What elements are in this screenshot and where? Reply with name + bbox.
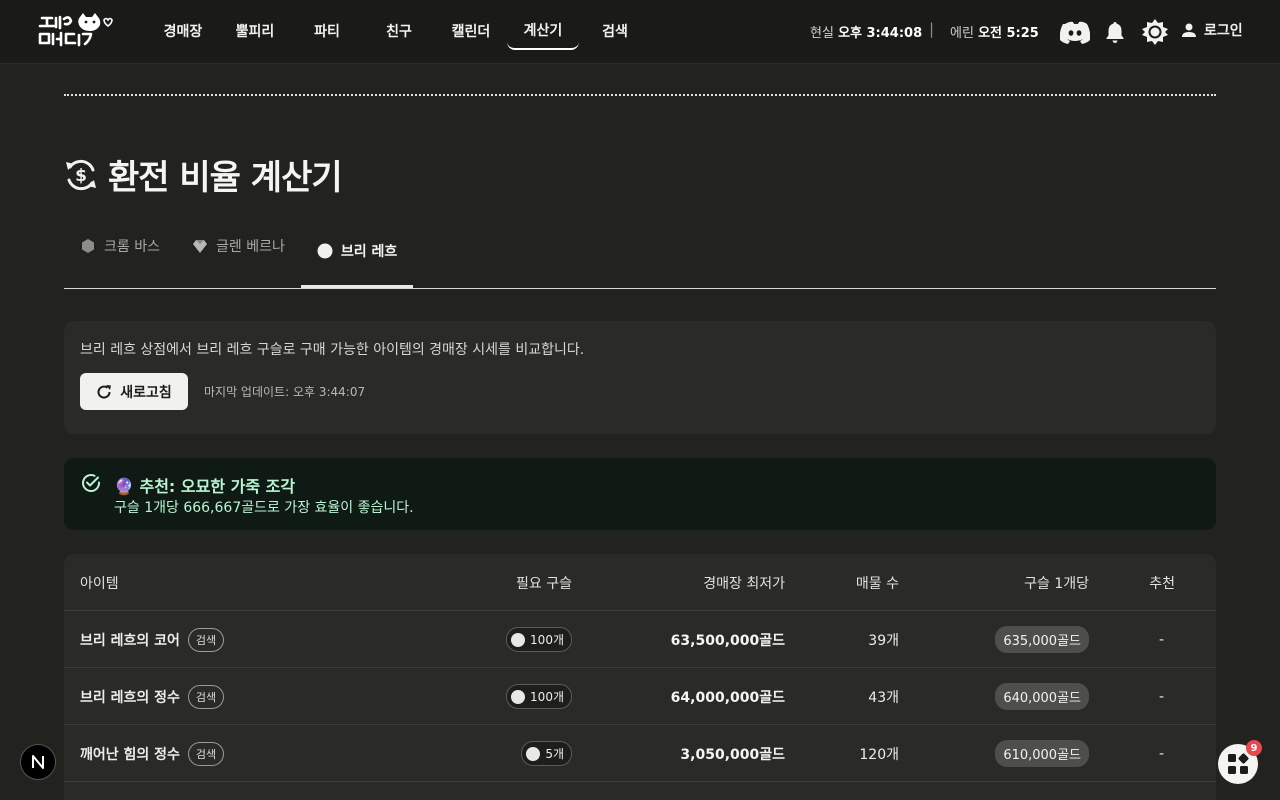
refresh-button[interactable]: 새로고침 [80, 373, 188, 410]
erinn-clock: 에린 오전 5:25 [950, 22, 1039, 41]
item-name: 브리 레흐의 정수 [80, 689, 180, 706]
nav-calculator[interactable]: 계산기 [507, 12, 579, 50]
page-title: 환전 비율 계산기 [108, 158, 343, 198]
price-table: 아이템 필요 구슬 경매장 최저가 매물 수 구슬 1개당 추천 브리 레흐의 … [64, 554, 1216, 800]
site-logo[interactable] [36, 12, 114, 52]
required-value: 100개 [530, 690, 564, 704]
recommendation-subtitle: 구슬 1개당 666,667골드로 가장 효율이 좋습니다. [114, 500, 414, 516]
nav-friends[interactable]: 친구 [363, 12, 435, 50]
required-cell: 100개 [506, 611, 572, 668]
table-row: 깨어난 힘의 정수 검색 5개 3,050,000골드 120개 610,000… [64, 725, 1216, 782]
nav-calendar[interactable]: 캘린더 [435, 12, 507, 50]
required-orbs: 100개 [506, 627, 572, 652]
erinn-clock-label: 에린 [950, 26, 974, 41]
item-cell: 브리 레흐의 정수 검색 [80, 668, 225, 725]
notification-count-badge: 9 [1246, 740, 1262, 756]
svg-text:$: $ [75, 166, 87, 186]
region-tabs: 크롬 바스 글렌 베르나 브리 레흐 [64, 228, 1216, 289]
real-clock-label: 현실 [810, 26, 834, 41]
page-heading: $ 환전 비율 계산기 [64, 150, 343, 199]
top-header: 경매장 뿔피리 파티 친구 캘린더 계산기 검색 현실 오후 3:44:08 |… [0, 0, 1280, 64]
main-nav: 경매장 뿔피리 파티 친구 캘린더 계산기 검색 [147, 12, 651, 50]
nav-auction[interactable]: 경매장 [147, 12, 219, 50]
col-required: 필요 구슬 [516, 576, 572, 592]
table-header: 아이템 필요 구슬 경매장 최저가 매물 수 구슬 1개당 추천 [64, 554, 1216, 611]
tab-label: 크롬 바스 [104, 239, 160, 255]
tab-label: 브리 레흐 [340, 243, 398, 260]
per-orb-cell: 635,000골드 [995, 611, 1089, 668]
tab-glen-berna[interactable]: 글렌 베르나 [176, 216, 301, 276]
user-icon [1182, 23, 1196, 37]
required-cell: 100개 [506, 668, 572, 725]
col-item: 아이템 [80, 576, 119, 592]
nav-party[interactable]: 파티 [291, 12, 363, 50]
recommendation-title: 🔮 추천: 오묘한 가죽 조각 [114, 477, 296, 496]
bell-icon[interactable] [1104, 20, 1126, 44]
required-orbs: 5개 [521, 741, 572, 766]
lowest-price: 63,500,000골드 [670, 632, 785, 649]
tab-crom-bas[interactable]: 크롬 바스 [64, 216, 176, 276]
divider [64, 94, 1216, 96]
gem-icon [192, 240, 207, 253]
per-orb-value: 635,000골드 [995, 626, 1089, 653]
col-lowest-price: 경매장 최저가 [703, 576, 785, 592]
required-value: 100개 [530, 633, 564, 647]
erinn-clock-time: 오전 5:25 [978, 26, 1039, 41]
currency-exchange-icon: $ [66, 159, 96, 190]
orb-icon [511, 632, 526, 647]
refresh-icon [97, 384, 112, 399]
listing-count: 43개 [868, 689, 899, 706]
info-card: 브리 레흐 상점에서 브리 레흐 구슬로 구매 가능한 아이템의 경매장 시세를… [64, 321, 1216, 434]
required-orbs: 100개 [506, 684, 572, 709]
per-orb-cell: 640,000골드 [995, 668, 1089, 725]
orb-icon [511, 689, 526, 704]
info-description: 브리 레흐 상점에서 브리 레흐 구슬로 구매 가능한 아이템의 경매장 시세를… [80, 342, 585, 358]
lowest-price: 3,050,000골드 [680, 746, 785, 763]
tab-label: 글렌 베르나 [215, 239, 285, 255]
listing-count: 39개 [868, 632, 899, 649]
table-row: 브리 레흐의 코어 검색 100개 63,500,000골드 39개 635,0… [64, 611, 1216, 668]
theme-toggle-icon[interactable] [1141, 18, 1169, 46]
hexagon-icon [82, 239, 94, 253]
col-listings: 매물 수 [855, 576, 899, 592]
per-orb-value: 610,000골드 [995, 740, 1089, 767]
item-cell: 깨어난 힘의 정수 검색 [80, 725, 225, 782]
required-cell: 5개 [521, 725, 572, 782]
apps-grid-icon [1228, 753, 1249, 774]
last-updated: 마지막 업데이트: 오후 3:44:07 [204, 385, 366, 399]
recommend-value: - [1158, 688, 1164, 705]
check-circle-icon [82, 474, 101, 492]
recommend-value: - [1158, 745, 1164, 762]
nav-search[interactable]: 검색 [579, 12, 651, 50]
discord-icon[interactable] [1059, 18, 1091, 46]
recommend-value: - [1158, 631, 1164, 648]
item-cell: 브리 레흐의 코어 검색 [80, 611, 225, 668]
col-per-orb: 구슬 1개당 [1024, 576, 1089, 592]
listing-count: 120개 [859, 746, 899, 763]
col-recommend: 추천 [1149, 576, 1175, 592]
item-search-button[interactable]: 검색 [187, 741, 225, 766]
circle-icon [317, 243, 333, 258]
per-orb-cell: 610,000골드 [995, 725, 1089, 782]
lowest-price: 64,000,000골드 [670, 689, 785, 706]
real-clock: 현실 오후 3:44:08 [810, 22, 922, 41]
tab-bri-leh[interactable]: 브리 레흐 [300, 228, 414, 288]
item-search-button[interactable]: 검색 [187, 627, 225, 652]
per-orb-value: 640,000골드 [995, 683, 1089, 710]
login-button[interactable]: 로그인 [1180, 20, 1243, 40]
refresh-label: 새로고침 [120, 384, 172, 401]
item-search-button[interactable]: 검색 [187, 684, 225, 709]
n-logo-icon [32, 755, 44, 769]
table-row: 브리 레흐의 정수 검색 100개 64,000,000골드 43개 640,0… [64, 668, 1216, 725]
item-name: 깨어난 힘의 정수 [80, 746, 180, 763]
devtools-badge[interactable] [20, 744, 56, 780]
item-name: 브리 레흐의 코어 [80, 632, 180, 649]
recommendation-banner: 🔮 추천: 오묘한 가죽 조각 구슬 1개당 666,667골드로 가장 효율이… [64, 458, 1216, 530]
real-clock-time: 오후 3:44:08 [838, 26, 923, 41]
orb-icon [526, 746, 541, 761]
clock-separator: | [929, 20, 935, 38]
nav-horn[interactable]: 뿔피리 [219, 12, 291, 50]
required-value: 5개 [545, 747, 564, 761]
login-label: 로그인 [1204, 23, 1243, 39]
